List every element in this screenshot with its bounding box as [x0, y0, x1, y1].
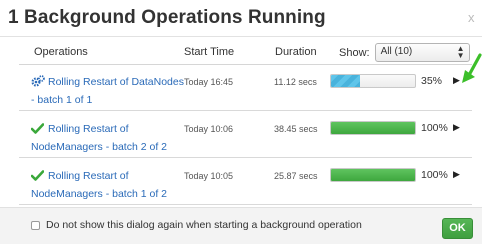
show-filter-value: All (10) — [380, 46, 413, 57]
operation-start-time: Today 16:45 — [184, 77, 234, 87]
dialog-footer: Do not show this dialog again when start… — [0, 207, 482, 244]
checkmark-icon — [30, 170, 45, 186]
column-header-start-time: Start Time — [184, 46, 235, 58]
operation-link[interactable]: Rolling Restart of NodeManagers - batch … — [30, 121, 189, 155]
checkmark-icon — [30, 123, 45, 139]
close-icon[interactable]: x — [468, 10, 475, 25]
operation-row: Rolling Restart of DataNodes - batch 1 o… — [19, 65, 472, 111]
dialog-title: 1 Background Operations Running — [8, 7, 326, 28]
operation-duration: 11.12 secs — [274, 77, 317, 87]
operation-link[interactable]: Rolling Restart of DataNodes - batch 1 o… — [31, 74, 189, 108]
progress-percent: 100% — [421, 122, 448, 134]
operation-name: Rolling Restart of NodeManagers - batch … — [31, 170, 167, 200]
progress-fill — [331, 75, 361, 87]
progress-percent: 100% — [421, 169, 448, 181]
operation-link[interactable]: Rolling Restart of NodeManagers - batch … — [30, 168, 189, 202]
operation-name: Rolling Restart of DataNodes - batch 1 o… — [31, 76, 184, 106]
do-not-show-checkbox[interactable] — [31, 221, 40, 230]
show-label: Show: — [339, 46, 370, 59]
progress-percent: 35% — [421, 75, 443, 87]
background-operations-dialog: 1 Background Operations Running x Operat… — [0, 0, 482, 244]
progress-bar — [330, 121, 416, 135]
progress-bar — [330, 74, 416, 88]
column-header-duration: Duration — [275, 46, 317, 58]
progress-fill — [331, 122, 415, 134]
progress-bar — [330, 168, 416, 182]
ok-button[interactable]: OK — [442, 218, 473, 239]
show-filter-select[interactable]: All (10) ▲ ▼ — [374, 43, 470, 62]
operation-name: Rolling Restart of NodeManagers - batch … — [31, 123, 167, 153]
operation-duration: 38.45 secs — [274, 124, 318, 134]
header-divider — [0, 36, 482, 37]
operation-duration: 25.87 secs — [274, 171, 318, 181]
expand-arrow-icon[interactable]: ▶ — [453, 122, 460, 133]
gears-icon — [31, 75, 45, 92]
expand-arrow-icon[interactable]: ▶ — [453, 169, 460, 180]
operation-row: Rolling Restart of NodeManagers - batch … — [19, 159, 472, 205]
do-not-show-label: Do not show this dialog again when start… — [46, 219, 362, 231]
column-header-operations: Operations — [34, 46, 88, 58]
operation-row: Rolling Restart of NodeManagers - batch … — [19, 112, 472, 158]
progress-fill — [331, 169, 415, 181]
green-arrow-icon — [462, 53, 482, 83]
expand-arrow-icon[interactable]: ▶ — [453, 75, 460, 86]
operation-start-time: Today 10:06 — [184, 124, 234, 134]
show-filter: Show: All (10) ▲ ▼ — [339, 43, 470, 62]
operation-start-time: Today 10:05 — [184, 171, 234, 181]
